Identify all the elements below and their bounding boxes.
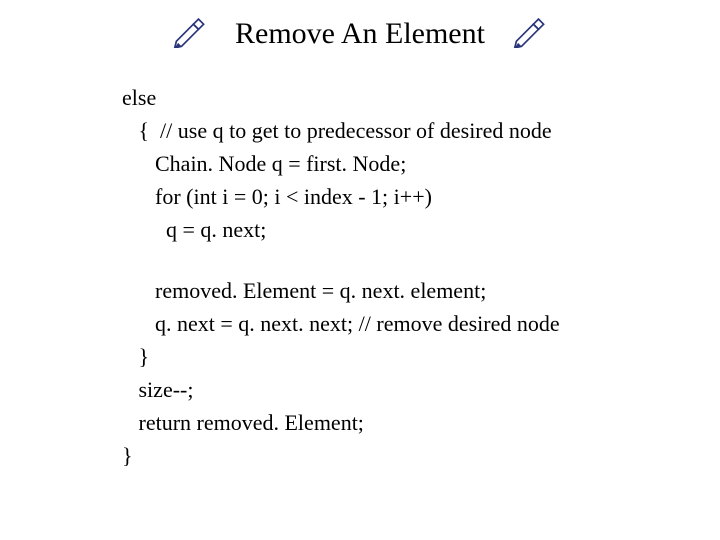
code-line: q = q. next; <box>122 213 720 246</box>
code-line: q. next = q. next. next; // remove desir… <box>122 307 720 340</box>
code-block: else { // use q to get to predecessor of… <box>0 53 720 472</box>
pen-icon <box>513 14 547 53</box>
code-line: } <box>122 439 720 472</box>
code-line: return removed. Element; <box>122 406 720 439</box>
code-line: Chain. Node q = first. Node; <box>122 147 720 180</box>
code-line: removed. Element = q. next. element; <box>122 274 720 307</box>
page-title: Remove An Element <box>235 17 485 51</box>
code-line: } <box>122 340 720 373</box>
code-line: { // use q to get to predecessor of desi… <box>122 114 720 147</box>
blank-line <box>122 246 720 274</box>
title-row: Remove An Element <box>0 0 720 53</box>
code-line: else <box>122 81 720 114</box>
pen-icon <box>173 14 207 53</box>
code-line: size--; <box>122 373 720 406</box>
code-line: for (int i = 0; i < index - 1; i++) <box>122 180 720 213</box>
